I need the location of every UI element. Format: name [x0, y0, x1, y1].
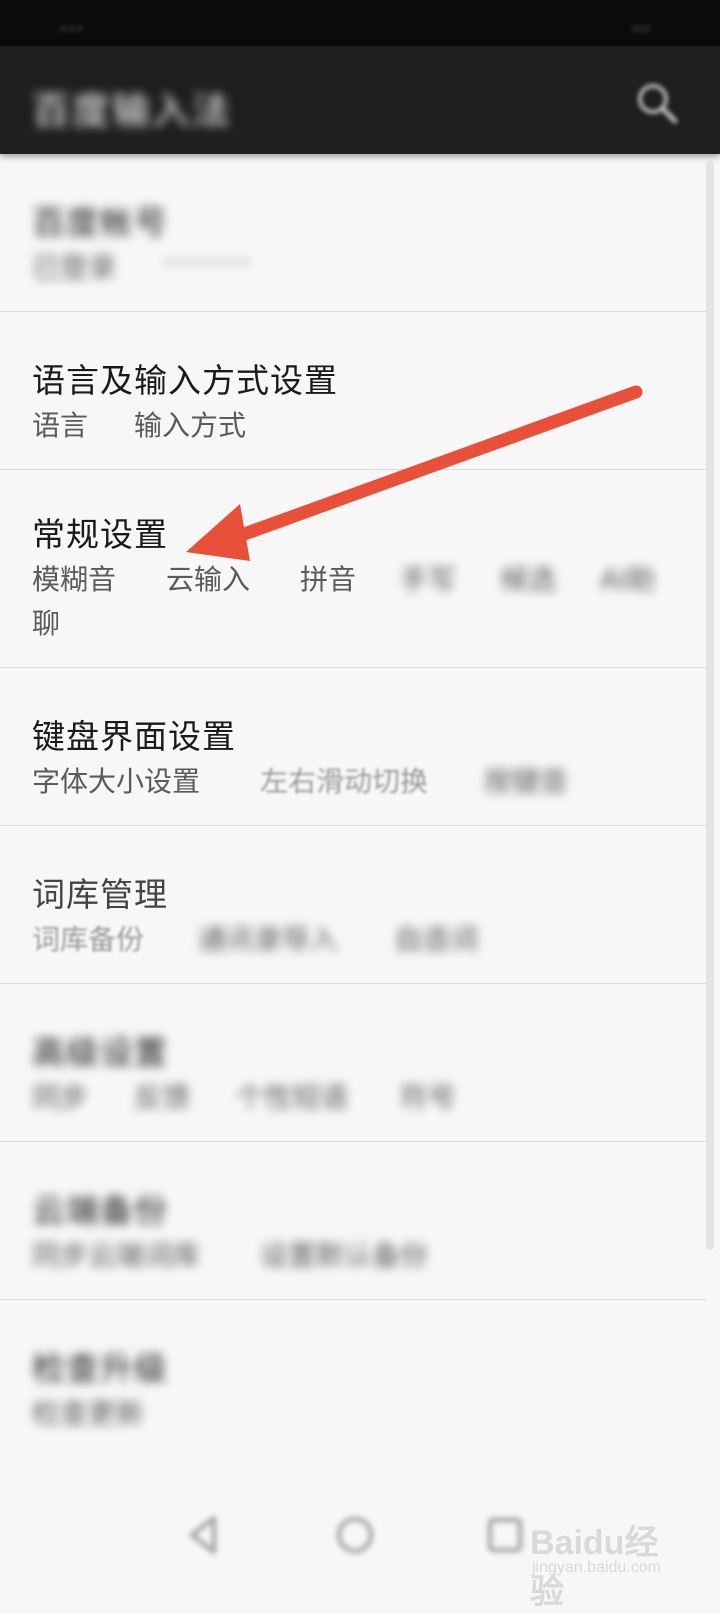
settings-sub-item: 候选 [500, 563, 557, 596]
scrollbar[interactable] [706, 160, 714, 1250]
settings-sub-item: ·········· [162, 246, 252, 279]
settings-item-update[interactable]: 检查升级 检查更新 [0, 1300, 706, 1458]
settings-sub-item: 手写 [400, 563, 457, 596]
settings-sub-item: 云输入 [166, 563, 251, 596]
status-bar-right: ... [631, 10, 650, 35]
settings-item-title: 键盘界面设置 [32, 717, 236, 756]
settings-item-advanced[interactable]: 高级设置 同步 反馈 个性短语 符号 [0, 984, 706, 1142]
settings-sub-item: 模糊音 [32, 563, 117, 596]
settings-sub-item: 个性短语 [236, 1081, 349, 1114]
settings-item-general[interactable]: 常规设置 模糊音 云输入 拼音 手写 候选 AI助 聊 [0, 470, 706, 668]
settings-sub-item: 已登录 [32, 251, 117, 284]
settings-sub-item: 通讯录导入 [198, 923, 339, 956]
settings-sub-item: 符号 [400, 1081, 457, 1114]
settings-sub-item: 左右滑动切换 [260, 765, 429, 798]
settings-sub-item: 词库备份 [32, 923, 145, 956]
settings-item-title: 词库管理 [32, 875, 168, 914]
watermark: Baidu经验 jingyan.baidu.com [530, 1515, 680, 1611]
status-bar: ... ... [0, 0, 720, 46]
settings-sub-item: 按键音 [484, 765, 569, 798]
settings-item-title: 高级设置 [32, 1033, 168, 1072]
settings-item-dictionary[interactable]: 词库管理 词库备份 通讯录导入 自造词 [0, 826, 706, 984]
settings-sub-item: 语言 [32, 409, 89, 442]
settings-item-cloud-backup[interactable]: 云端备份 同步云端词库 设置默认备份 [0, 1142, 706, 1300]
settings-sub-item: 同步 [32, 1081, 89, 1114]
recents-icon[interactable] [480, 1510, 530, 1560]
watermark-url: jingyan.baidu.com [532, 1559, 661, 1576]
settings-sub-item: 字体大小设置 [32, 765, 201, 798]
settings-list: 百度帐号 已登录 ·········· 语言及输入方式设置 语言 输入方式 常规… [0, 154, 706, 1458]
settings-item-title: 百度帐号 [32, 203, 168, 242]
app-bar: 百度输入法 [0, 46, 720, 154]
settings-item-title: 云端备份 [32, 1191, 168, 1230]
settings-sub-item: 聊 [32, 607, 61, 640]
settings-sub-item: 自造词 [394, 923, 479, 956]
settings-sub-item: 检查更新 [32, 1397, 145, 1430]
back-icon[interactable] [180, 1510, 230, 1560]
settings-sub-item: 拼音 [300, 563, 357, 596]
status-bar-left: ... [60, 10, 85, 35]
search-icon[interactable] [634, 80, 680, 126]
settings-sub-item: 设置默认备份 [260, 1239, 429, 1272]
settings-item-account[interactable]: 百度帐号 已登录 ·········· [0, 154, 706, 312]
settings-item-keyboard[interactable]: 键盘界面设置 字体大小设置 左右滑动切换 按键音 [0, 668, 706, 826]
home-icon[interactable] [330, 1510, 380, 1560]
settings-item-title: 语言及输入方式设置 [32, 361, 338, 400]
settings-sub-item: 输入方式 [134, 409, 247, 442]
settings-sub-item: 同步云端词库 [32, 1239, 201, 1272]
settings-item-language[interactable]: 语言及输入方式设置 语言 输入方式 [0, 312, 706, 470]
settings-item-title: 常规设置 [32, 515, 168, 554]
settings-sub-item: AI助 [600, 563, 656, 596]
settings-item-title: 检查升级 [32, 1349, 168, 1388]
settings-sub-item: 反馈 [134, 1081, 191, 1114]
page-title: 百度输入法 [32, 89, 233, 133]
